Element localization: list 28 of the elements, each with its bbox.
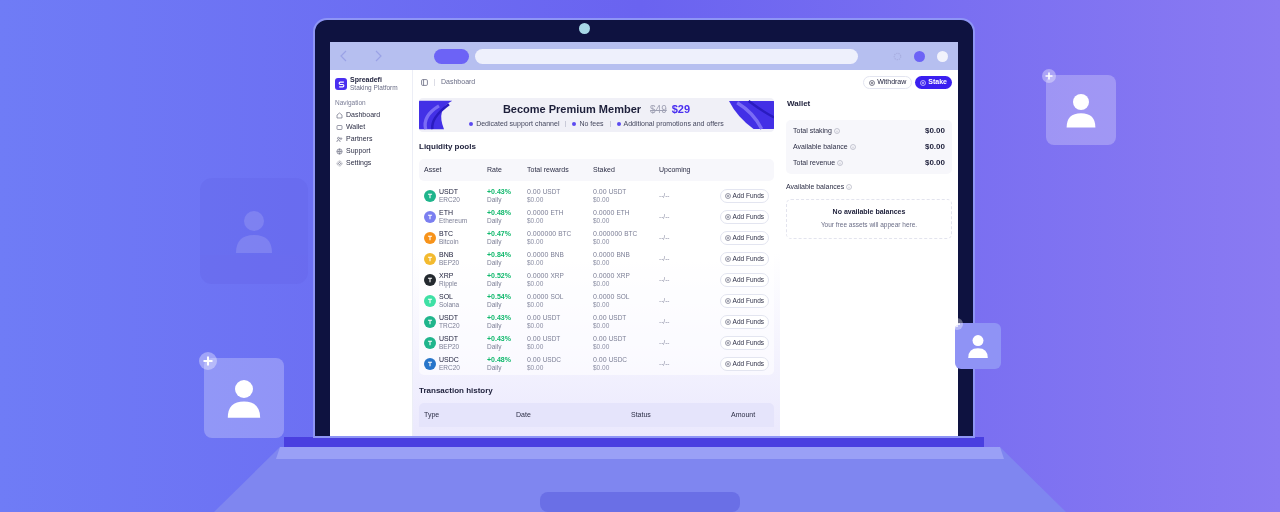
- section-title: Liquidity pools: [419, 141, 477, 153]
- back-icon[interactable]: [340, 50, 348, 62]
- profile-avatar[interactable]: [914, 50, 925, 62]
- info-icon: [849, 144, 856, 150]
- section-title: Transaction history: [419, 385, 494, 397]
- sidebar-toggle-icon[interactable]: [421, 79, 428, 86]
- stat-value: $0.00: [924, 125, 945, 137]
- settings-icon: [336, 159, 343, 167]
- forward-icon[interactable]: [374, 50, 382, 62]
- person-icon: [1065, 92, 1097, 128]
- home-icon: [336, 111, 343, 119]
- info-icon: [833, 128, 840, 134]
- browser-tab[interactable]: [434, 48, 469, 64]
- globe-icon: [336, 147, 343, 155]
- address-bar[interactable]: [475, 48, 858, 64]
- stat-value: $0.00: [924, 141, 945, 153]
- banner-title: Become Premium Member: [502, 102, 642, 117]
- person-icon: [967, 334, 989, 358]
- wallet-title: Wallet: [786, 98, 812, 110]
- old-price: $49: [650, 103, 667, 117]
- info-icon: [837, 160, 844, 166]
- price: $29: [671, 102, 691, 117]
- ribbon-drawing: [729, 98, 774, 132]
- info-icon: [846, 184, 853, 191]
- person-icon: [226, 378, 262, 418]
- app-logo: [335, 78, 347, 90]
- stat-value: $0.00: [924, 157, 945, 169]
- people-icon: [336, 135, 343, 143]
